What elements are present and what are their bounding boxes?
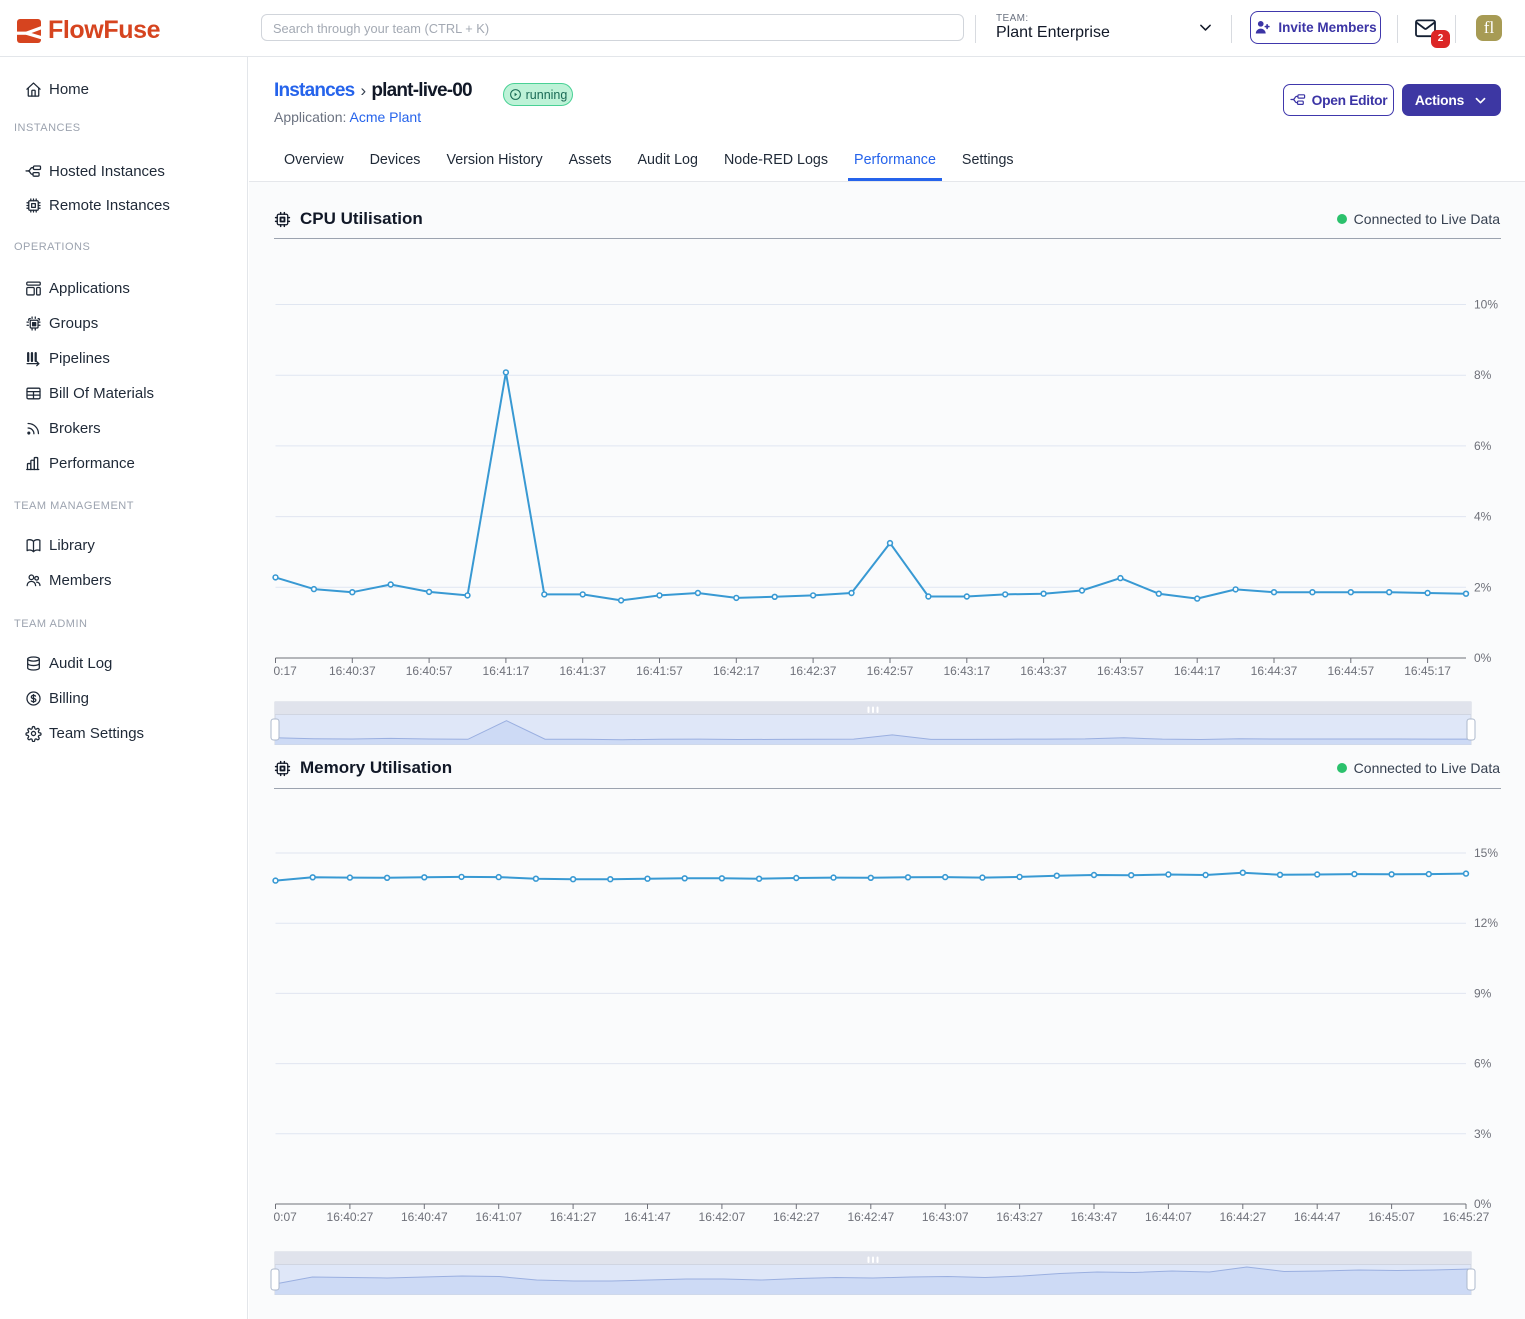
svg-text:16:41:17: 16:41:17 xyxy=(483,664,530,678)
svg-text:10%: 10% xyxy=(1474,298,1498,312)
svg-text:16:42:37: 16:42:37 xyxy=(790,664,837,678)
svg-text:16:41:57: 16:41:57 xyxy=(636,664,683,678)
svg-text:16:44:27: 16:44:27 xyxy=(1219,1210,1266,1224)
svg-text:6%: 6% xyxy=(1474,439,1492,453)
svg-text:16:45:07: 16:45:07 xyxy=(1368,1210,1415,1224)
svg-text:16:41:47: 16:41:47 xyxy=(624,1210,671,1224)
svg-text:16:43:37: 16:43:37 xyxy=(1020,664,1067,678)
svg-text:16:43:17: 16:43:17 xyxy=(943,664,990,678)
svg-text:16:41:07: 16:41:07 xyxy=(475,1210,522,1224)
svg-text:16:43:57: 16:43:57 xyxy=(1097,664,1144,678)
svg-text:16:42:07: 16:42:07 xyxy=(699,1210,746,1224)
svg-text:16:41:37: 16:41:37 xyxy=(559,664,606,678)
svg-text:16:45:17: 16:45:17 xyxy=(1404,664,1451,678)
svg-text:16:44:07: 16:44:07 xyxy=(1145,1210,1192,1224)
svg-text:16:40:37: 16:40:37 xyxy=(329,664,376,678)
svg-text:16:43:27: 16:43:27 xyxy=(996,1210,1043,1224)
svg-text:16:43:07: 16:43:07 xyxy=(922,1210,969,1224)
svg-text:16:44:57: 16:44:57 xyxy=(1327,664,1374,678)
svg-text:16:42:27: 16:42:27 xyxy=(773,1210,820,1224)
svg-text:16:42:17: 16:42:17 xyxy=(713,664,760,678)
svg-text:16:40:27: 16:40:27 xyxy=(327,1210,374,1224)
svg-text:16:40:47: 16:40:47 xyxy=(401,1210,448,1224)
svg-text:8%: 8% xyxy=(1474,368,1492,382)
svg-text:0%: 0% xyxy=(1474,651,1492,665)
svg-text:9%: 9% xyxy=(1474,986,1492,1000)
svg-text:16:45:27: 16:45:27 xyxy=(1443,1210,1490,1224)
svg-text:12%: 12% xyxy=(1474,916,1498,930)
svg-text:0%: 0% xyxy=(1474,1197,1492,1211)
svg-text:0:07: 0:07 xyxy=(274,1210,298,1224)
svg-text:2%: 2% xyxy=(1474,580,1492,594)
svg-text:16:42:47: 16:42:47 xyxy=(847,1210,894,1224)
svg-text:16:42:57: 16:42:57 xyxy=(867,664,914,678)
svg-text:4%: 4% xyxy=(1474,510,1492,524)
svg-text:6%: 6% xyxy=(1474,1057,1492,1071)
svg-text:0:17: 0:17 xyxy=(274,664,298,678)
svg-text:16:40:57: 16:40:57 xyxy=(406,664,453,678)
svg-text:16:43:47: 16:43:47 xyxy=(1071,1210,1118,1224)
svg-text:16:44:37: 16:44:37 xyxy=(1251,664,1298,678)
svg-text:3%: 3% xyxy=(1474,1127,1492,1141)
svg-text:16:44:47: 16:44:47 xyxy=(1294,1210,1341,1224)
svg-text:16:41:27: 16:41:27 xyxy=(550,1210,597,1224)
svg-text:16:44:17: 16:44:17 xyxy=(1174,664,1221,678)
svg-text:15%: 15% xyxy=(1474,846,1498,860)
